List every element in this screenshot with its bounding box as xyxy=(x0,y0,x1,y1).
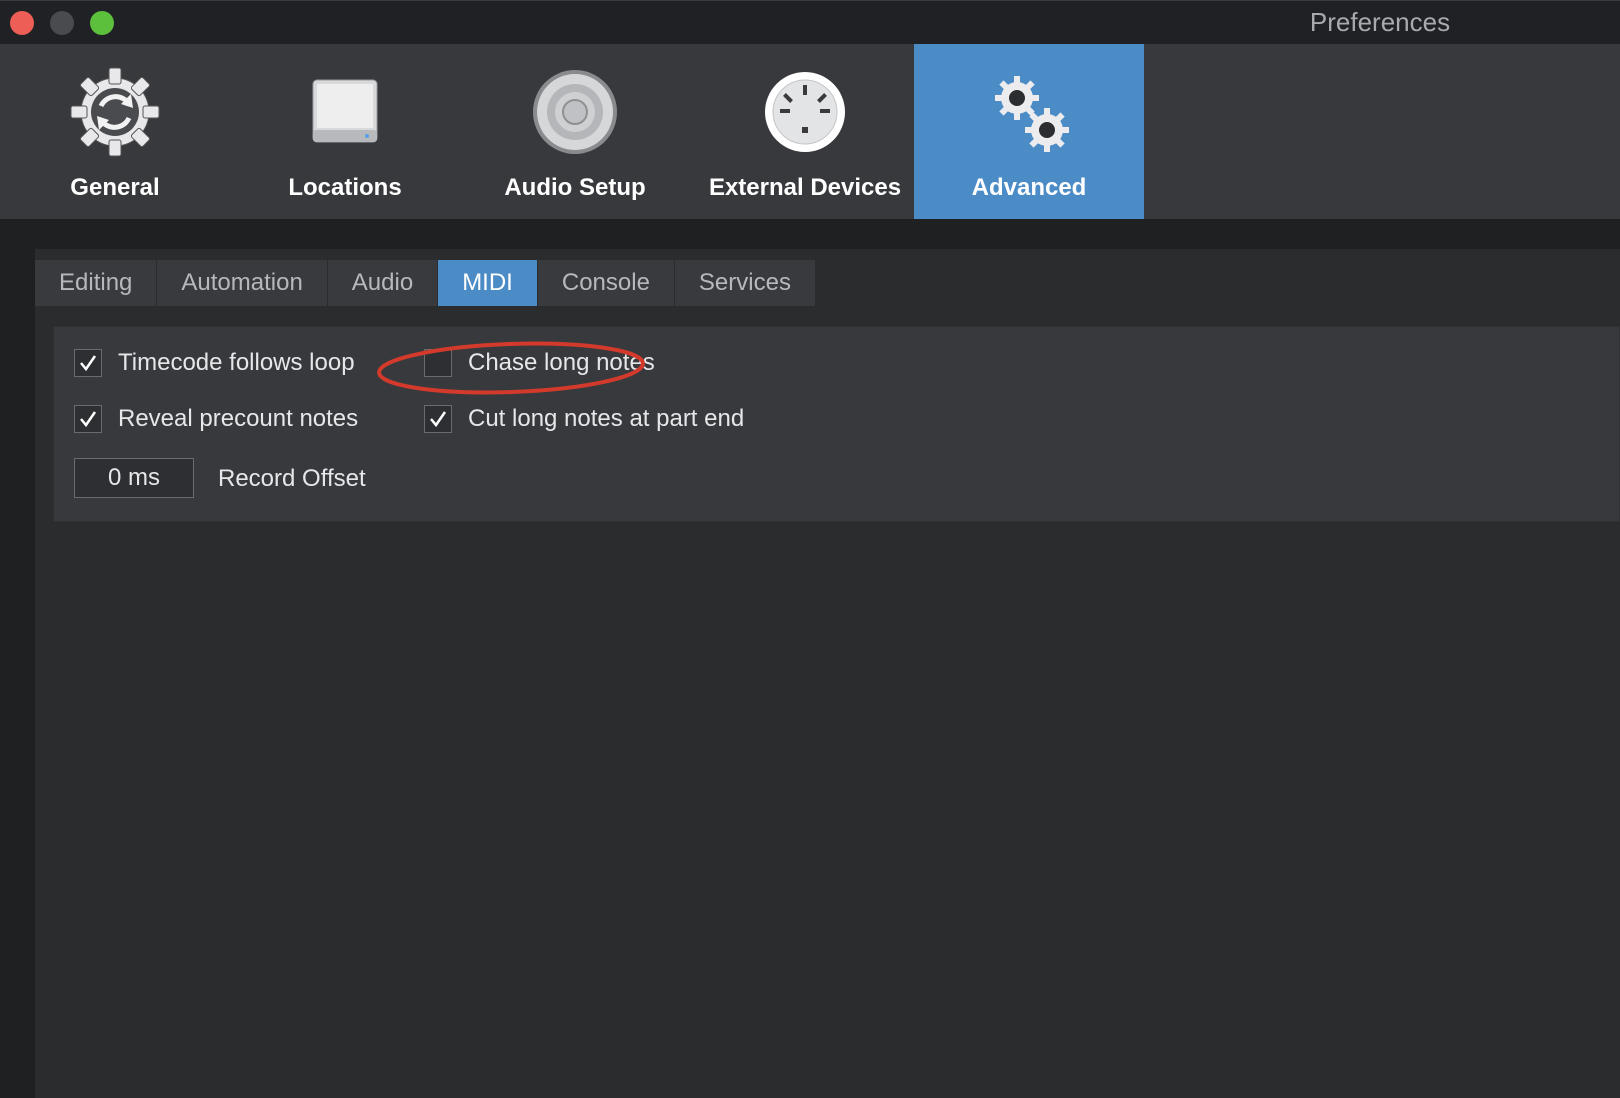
advanced-tabs: Editing Automation Audio MIDI Console Se… xyxy=(35,260,816,306)
title-bar: Preferences xyxy=(0,0,1620,44)
checkbox-checked[interactable] xyxy=(74,405,102,433)
record-offset-label: Record Offset xyxy=(218,465,366,492)
toolbar-item-advanced[interactable]: Advanced xyxy=(914,44,1144,219)
checkmark-icon xyxy=(80,411,97,428)
option-label: Chase long notes xyxy=(468,349,655,376)
option-label: Reveal precount notes xyxy=(118,405,359,432)
option-cut-long-notes[interactable]: Cut long notes at part end xyxy=(424,401,744,437)
toolbar-item-label: Audio Setup xyxy=(504,174,646,201)
checkmark-icon xyxy=(80,355,97,372)
speaker-icon xyxy=(460,62,690,162)
toolbar-item-audio-setup[interactable]: Audio Setup xyxy=(460,44,690,219)
toolbar-item-general[interactable]: General xyxy=(0,44,230,219)
checkmark-icon xyxy=(430,411,447,428)
option-chase-long-notes[interactable]: Chase long notes xyxy=(424,345,655,381)
window-title: Preferences xyxy=(1309,7,1451,37)
tab-audio[interactable]: Audio xyxy=(327,260,439,306)
tab-automation[interactable]: Automation xyxy=(157,260,328,306)
toolbar-item-label: Advanced xyxy=(971,174,1087,201)
tab-console[interactable]: Console xyxy=(537,260,675,306)
left-edge xyxy=(0,219,35,1098)
tab-editing[interactable]: Editing xyxy=(35,260,158,306)
tab-midi[interactable]: MIDI xyxy=(438,260,538,306)
toolbar-item-label: External Devices xyxy=(708,174,902,201)
tab-services[interactable]: Services xyxy=(674,260,816,306)
toolbar-item-locations[interactable]: Locations xyxy=(230,44,460,219)
toolbar-item-label: Locations xyxy=(288,174,402,201)
checkbox-checked[interactable] xyxy=(424,405,452,433)
toolbar-item-external-devices[interactable]: External Devices xyxy=(690,44,920,219)
minimize-button[interactable] xyxy=(50,11,74,35)
checkbox-checked[interactable] xyxy=(74,349,102,377)
preferences-toolbar: General Locations Audio Setup External D… xyxy=(0,44,1620,219)
checkbox-unchecked[interactable] xyxy=(424,349,452,377)
option-label: Timecode follows loop xyxy=(118,349,355,376)
toolbar-item-label: General xyxy=(70,174,160,201)
toolbar-divider xyxy=(0,219,1620,249)
option-reveal-precount-notes[interactable]: Reveal precount notes xyxy=(74,401,358,437)
midi-port-icon xyxy=(690,62,920,162)
gears-icon xyxy=(914,62,1144,162)
record-offset-input[interactable]: 0 ms xyxy=(74,458,194,498)
option-label: Cut long notes at part end xyxy=(468,405,745,432)
option-timecode-follows-loop[interactable]: Timecode follows loop xyxy=(74,345,355,381)
maximize-button[interactable] xyxy=(90,11,114,35)
drive-icon xyxy=(230,62,460,162)
close-button[interactable] xyxy=(10,11,34,35)
general-gear-icon xyxy=(0,62,230,162)
